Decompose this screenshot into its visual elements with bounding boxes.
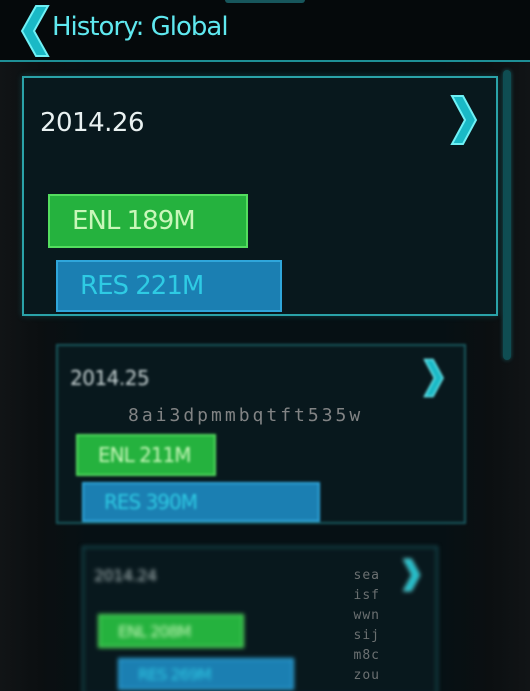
res-bar: RES 269M <box>118 658 294 690</box>
overlay-column-item: isf <box>353 588 380 603</box>
res-bar: RES 390M <box>82 482 320 522</box>
overlay-column: sea isf wwn sij m8c zou <box>346 566 380 686</box>
history-screen: History: Global 2014.26 ENL 189M RES 221… <box>0 0 530 691</box>
chevron-right-icon[interactable] <box>400 558 422 592</box>
scrollbar[interactable] <box>503 70 511 360</box>
page-title: History: Global <box>52 12 229 42</box>
history-entry[interactable]: 2014.25 ENL 211M RES 390M <box>56 344 466 524</box>
overlay-text: 8ai3dpmmbqtft535w <box>128 405 364 426</box>
enl-bar: ENL 208M <box>98 614 244 648</box>
entry-date: 2014.25 <box>70 366 150 390</box>
overlay-column-item: zou <box>353 668 380 683</box>
overlay-column-item: m8c <box>353 648 380 663</box>
res-bar: RES 221M <box>56 260 282 312</box>
top-notch <box>225 0 305 3</box>
history-entry[interactable]: 2014.26 ENL 189M RES 221M <box>22 76 498 316</box>
entry-date: 2014.26 <box>40 108 145 138</box>
chevron-right-icon[interactable] <box>448 94 478 146</box>
chevron-right-icon[interactable] <box>420 358 446 398</box>
chevron-left-icon[interactable] <box>18 4 50 58</box>
overlay-column-item: wwn <box>353 608 380 623</box>
app-header: History: Global <box>0 0 530 62</box>
entry-date: 2014.24 <box>94 566 157 585</box>
overlay-column-item: sij <box>353 628 380 643</box>
overlay-column-item: sea <box>353 568 380 583</box>
history-entry[interactable]: 2014.24 ENL 208M RES 269M <box>82 546 438 691</box>
enl-bar: ENL 189M <box>48 194 248 248</box>
enl-bar: ENL 211M <box>76 434 216 476</box>
